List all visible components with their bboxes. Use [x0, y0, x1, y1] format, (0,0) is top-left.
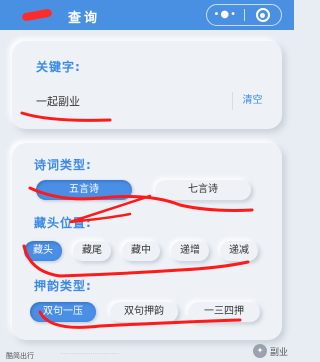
keyword-label: 关键字: [36, 60, 81, 74]
footer-watermark: ✦ 副业 [252, 344, 288, 358]
clear-button[interactable]: 清空 [232, 92, 272, 110]
page-title: 查询 [68, 11, 101, 26]
options-card: 诗词类型: 五言诗 七言诗 藏头位置: 藏头 藏尾 藏中 递增 递减 押韵类型:… [12, 143, 282, 340]
position-option-decrease[interactable]: 递减 [220, 241, 258, 261]
rhyme-type-label: 押韵类型: [34, 279, 92, 293]
header-bar: 查询 •●• [0, 0, 294, 30]
keyword-card: 关键字: 一起副业 清空 [12, 41, 282, 129]
more-dots-icon[interactable]: •●• [207, 5, 244, 25]
poem-type-option-5[interactable]: 五言诗 [36, 180, 132, 200]
menu-capsule: •●• [206, 4, 282, 26]
position-option-increase[interactable]: 递增 [171, 241, 209, 261]
keyword-input[interactable]: 一起副业 [36, 93, 80, 109]
footer-right-text: 副业 [269, 347, 288, 358]
target-circle-icon[interactable] [245, 8, 282, 22]
poem-type-label: 诗词类型: [34, 158, 92, 172]
poem-type-option-7[interactable]: 七言诗 [155, 180, 251, 200]
position-option-tail[interactable]: 藏尾 [73, 241, 111, 261]
position-option-head[interactable]: 藏头 [24, 241, 62, 261]
redaction-mark [21, 8, 53, 22]
rhyme-option-3[interactable]: 一三四押 [188, 302, 260, 322]
hidden-position-label: 藏头位置: [34, 216, 92, 230]
rhyme-option-2[interactable]: 双句押韵 [110, 302, 178, 322]
position-option-middle[interactable]: 藏中 [122, 241, 160, 261]
footer-left-text: 酷简出行 [6, 352, 34, 360]
rhyme-option-1[interactable]: 双句一压 [30, 302, 96, 322]
footer-faded-text: ······························· [60, 351, 120, 358]
wechat-icon: ✦ [252, 344, 267, 358]
